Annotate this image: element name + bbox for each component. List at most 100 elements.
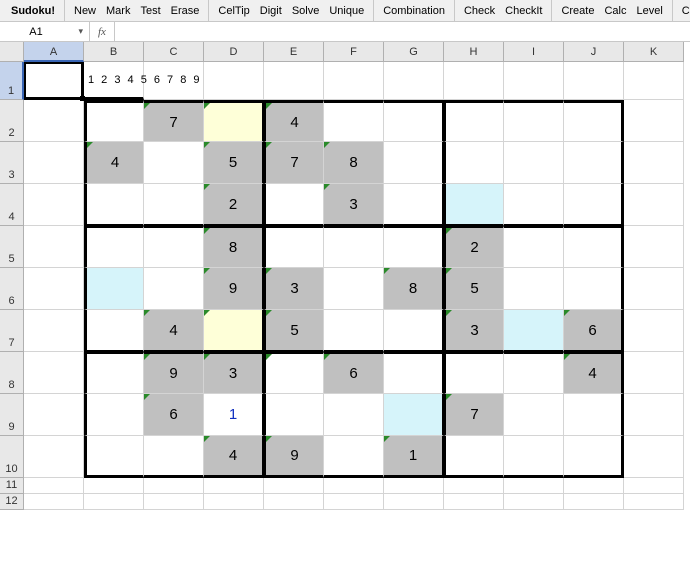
- cell-k6[interactable]: [624, 268, 684, 310]
- cell-e3[interactable]: 7: [264, 142, 324, 184]
- cell-c5[interactable]: [144, 226, 204, 268]
- cell-h4[interactable]: [444, 184, 504, 226]
- cell-b4[interactable]: [84, 184, 144, 226]
- btn-test[interactable]: Test: [135, 3, 165, 19]
- cell-f4[interactable]: 3: [324, 184, 384, 226]
- cell-h1[interactable]: [444, 62, 504, 100]
- cell-f7[interactable]: [324, 310, 384, 352]
- btn-checkit[interactable]: CheckIt: [500, 3, 547, 19]
- cell-g10[interactable]: 1: [384, 436, 444, 478]
- cell-d4[interactable]: 2: [204, 184, 264, 226]
- btn-mark[interactable]: Mark: [101, 3, 135, 19]
- cell-c4[interactable]: [144, 184, 204, 226]
- cell-i5[interactable]: [504, 226, 564, 268]
- btn-calc[interactable]: Calc: [599, 3, 631, 19]
- cell-d8[interactable]: 3: [204, 352, 264, 394]
- cell-b5[interactable]: [84, 226, 144, 268]
- name-box-input[interactable]: [6, 26, 66, 38]
- cell-c7[interactable]: 4: [144, 310, 204, 352]
- row-header-1[interactable]: 1: [0, 62, 24, 100]
- cell-i2[interactable]: [504, 100, 564, 142]
- col-header-d[interactable]: D: [204, 42, 264, 62]
- cell-j7[interactable]: 6: [564, 310, 624, 352]
- cell-d1[interactable]: [204, 62, 264, 100]
- cell-h3[interactable]: [444, 142, 504, 184]
- cell-a5[interactable]: [24, 226, 84, 268]
- cell-a7[interactable]: [24, 310, 84, 352]
- cell-i1[interactable]: [504, 62, 564, 100]
- cell-g6[interactable]: 8: [384, 268, 444, 310]
- cell-f10[interactable]: [324, 436, 384, 478]
- cell-f1[interactable]: [324, 62, 384, 100]
- cell-k1[interactable]: [624, 62, 684, 100]
- cell-k5[interactable]: [624, 226, 684, 268]
- cell-d6[interactable]: 9: [204, 268, 264, 310]
- cell-e1[interactable]: [264, 62, 324, 100]
- row-header-6[interactable]: 6: [0, 268, 24, 310]
- row-header-12[interactable]: 12: [0, 494, 24, 510]
- btn-celtip[interactable]: CelTip: [213, 3, 254, 19]
- col-header-k[interactable]: K: [624, 42, 684, 62]
- cell-b2[interactable]: [84, 100, 144, 142]
- cell-j5[interactable]: [564, 226, 624, 268]
- formula-input[interactable]: [115, 22, 690, 41]
- col-header-f[interactable]: F: [324, 42, 384, 62]
- cell-i3[interactable]: [504, 142, 564, 184]
- btn-combination[interactable]: Combination: [378, 3, 450, 19]
- row-header-3[interactable]: 3: [0, 142, 24, 184]
- row-header-4[interactable]: 4: [0, 184, 24, 226]
- btn-level[interactable]: Level: [632, 3, 668, 19]
- cell-f9[interactable]: [324, 394, 384, 436]
- cell-g9[interactable]: [384, 394, 444, 436]
- cell-c8[interactable]: 9: [144, 352, 204, 394]
- btn-new[interactable]: New: [69, 3, 101, 19]
- cell-c6[interactable]: [144, 268, 204, 310]
- cell-i7[interactable]: [504, 310, 564, 352]
- cell-c3[interactable]: [144, 142, 204, 184]
- cell-c2[interactable]: 7: [144, 100, 204, 142]
- cell-e8[interactable]: [264, 352, 324, 394]
- cell-a8[interactable]: [24, 352, 84, 394]
- cell-d5[interactable]: 8: [204, 226, 264, 268]
- cell-b7[interactable]: [84, 310, 144, 352]
- cell-k10[interactable]: [624, 436, 684, 478]
- cell-j6[interactable]: [564, 268, 624, 310]
- cell-h10[interactable]: [444, 436, 504, 478]
- cell-j9[interactable]: [564, 394, 624, 436]
- fx-label[interactable]: fx: [90, 22, 115, 41]
- cell-h5[interactable]: 2: [444, 226, 504, 268]
- btn-solve[interactable]: Solve: [287, 3, 325, 19]
- cell-g4[interactable]: [384, 184, 444, 226]
- row-header-11[interactable]: 11: [0, 478, 24, 494]
- cell-a4[interactable]: [24, 184, 84, 226]
- cell-h2[interactable]: [444, 100, 504, 142]
- row-header-2[interactable]: 2: [0, 100, 24, 142]
- cell-e5[interactable]: [264, 226, 324, 268]
- cell-e4[interactable]: [264, 184, 324, 226]
- btn-digit[interactable]: Digit: [255, 3, 287, 19]
- btn-create[interactable]: Create: [556, 3, 599, 19]
- cell-e10[interactable]: 9: [264, 436, 324, 478]
- cell-h8[interactable]: [444, 352, 504, 394]
- row-header-10[interactable]: 10: [0, 436, 24, 478]
- cell-j8[interactable]: 4: [564, 352, 624, 394]
- cell-a3[interactable]: [24, 142, 84, 184]
- cell-i10[interactable]: [504, 436, 564, 478]
- cell-d7[interactable]: [204, 310, 264, 352]
- col-header-g[interactable]: G: [384, 42, 444, 62]
- cell-f6[interactable]: [324, 268, 384, 310]
- cell-e9[interactable]: [264, 394, 324, 436]
- cell-g1[interactable]: [384, 62, 444, 100]
- cell-d10[interactable]: 4: [204, 436, 264, 478]
- cell-a9[interactable]: [24, 394, 84, 436]
- col-header-a[interactable]: A: [24, 42, 84, 62]
- cell-j10[interactable]: [564, 436, 624, 478]
- cell-g2[interactable]: [384, 100, 444, 142]
- cell-e2[interactable]: 4: [264, 100, 324, 142]
- cell-h9[interactable]: 7: [444, 394, 504, 436]
- cell-c9[interactable]: 6: [144, 394, 204, 436]
- col-header-h[interactable]: H: [444, 42, 504, 62]
- row-header-9[interactable]: 9: [0, 394, 24, 436]
- cell-b9[interactable]: [84, 394, 144, 436]
- cell-j2[interactable]: [564, 100, 624, 142]
